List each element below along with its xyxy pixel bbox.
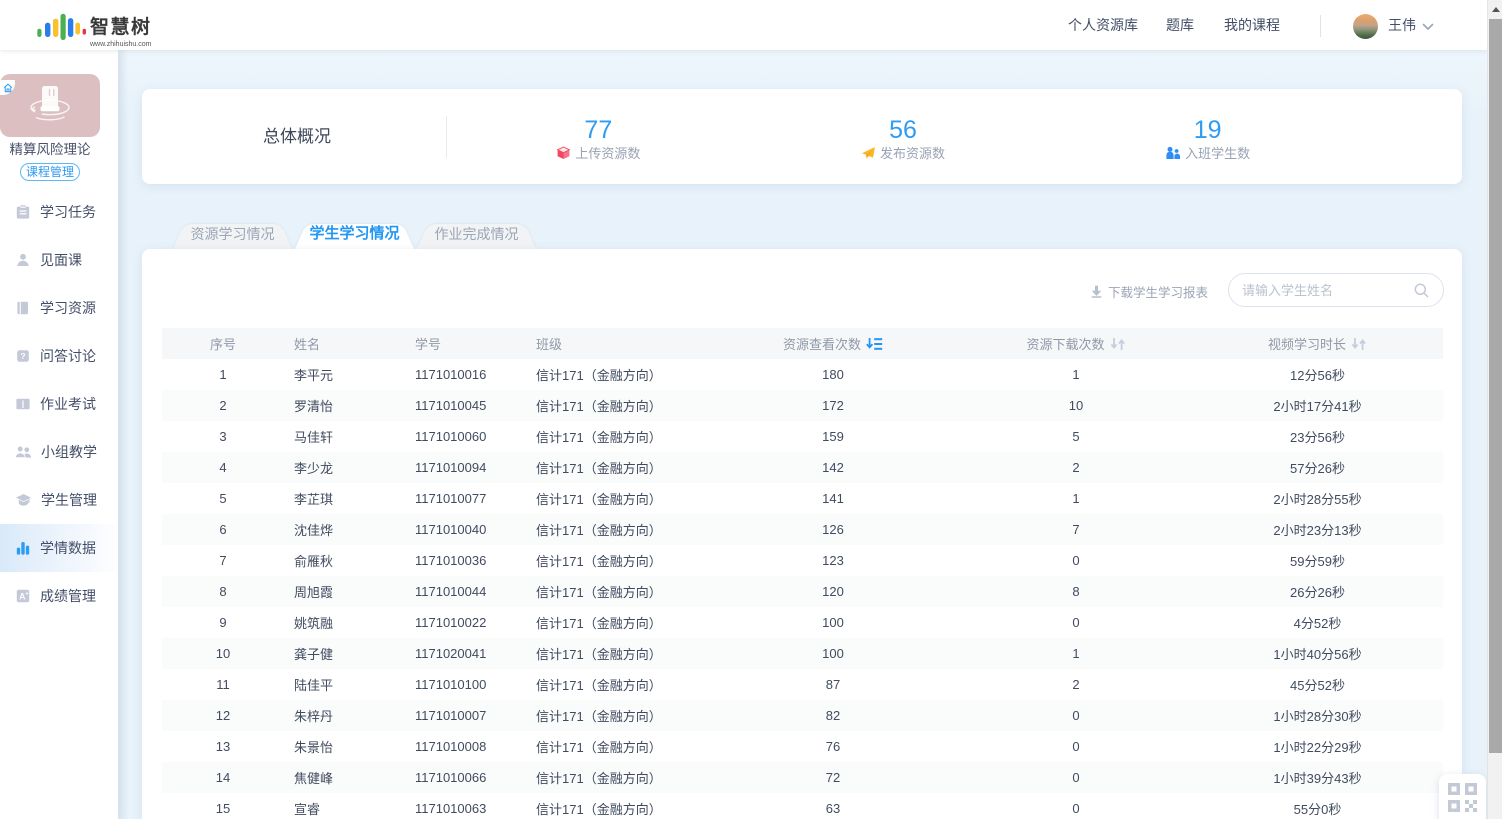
svg-text:+: +: [25, 591, 29, 597]
svg-text:?: ?: [20, 351, 25, 361]
